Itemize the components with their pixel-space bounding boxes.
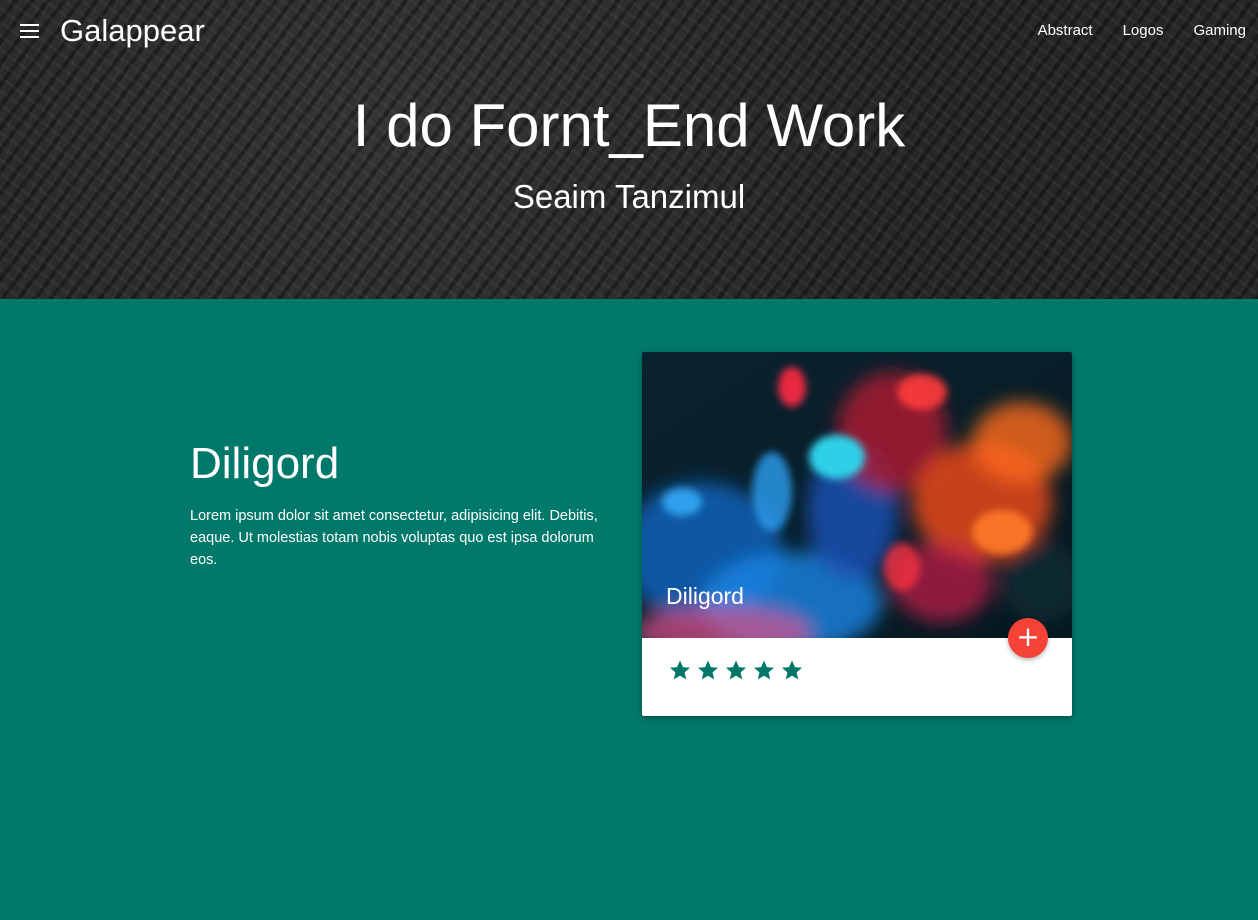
navbar: Galappear Abstract Logos Gaming bbox=[0, 0, 1258, 64]
menu-icon[interactable] bbox=[20, 22, 40, 40]
star-icon bbox=[782, 660, 802, 680]
hero-header: Galappear Abstract Logos Gaming I do For… bbox=[0, 0, 1258, 299]
card-image: Diligord bbox=[642, 352, 1072, 638]
star-icon bbox=[754, 660, 774, 680]
star-rating bbox=[666, 658, 806, 682]
section-description: Lorem ipsum dolor sit amet consectetur, … bbox=[190, 508, 598, 568]
hero-subtitle: Seaim Tanzimul bbox=[512, 178, 746, 215]
card-title: Diligord bbox=[666, 583, 744, 609]
nav-links: Abstract Logos Gaming bbox=[1008, 20, 1246, 42]
star-icon bbox=[670, 660, 690, 680]
nav-link-gaming[interactable]: Gaming bbox=[1193, 20, 1246, 42]
star-icon bbox=[698, 660, 718, 680]
hero-title: I do Fornt_End Work bbox=[352, 92, 906, 159]
star-icon bbox=[726, 660, 746, 680]
nav-link-logos[interactable]: Logos bbox=[1123, 20, 1164, 42]
product-card: Diligord + bbox=[642, 352, 1072, 716]
nav-link-abstract[interactable]: Abstract bbox=[1038, 20, 1093, 42]
brand-logo[interactable]: Galappear bbox=[60, 11, 205, 51]
plus-icon: + bbox=[1016, 620, 1040, 653]
add-button[interactable]: + bbox=[1008, 618, 1048, 658]
section-title: Diligord bbox=[190, 439, 340, 488]
